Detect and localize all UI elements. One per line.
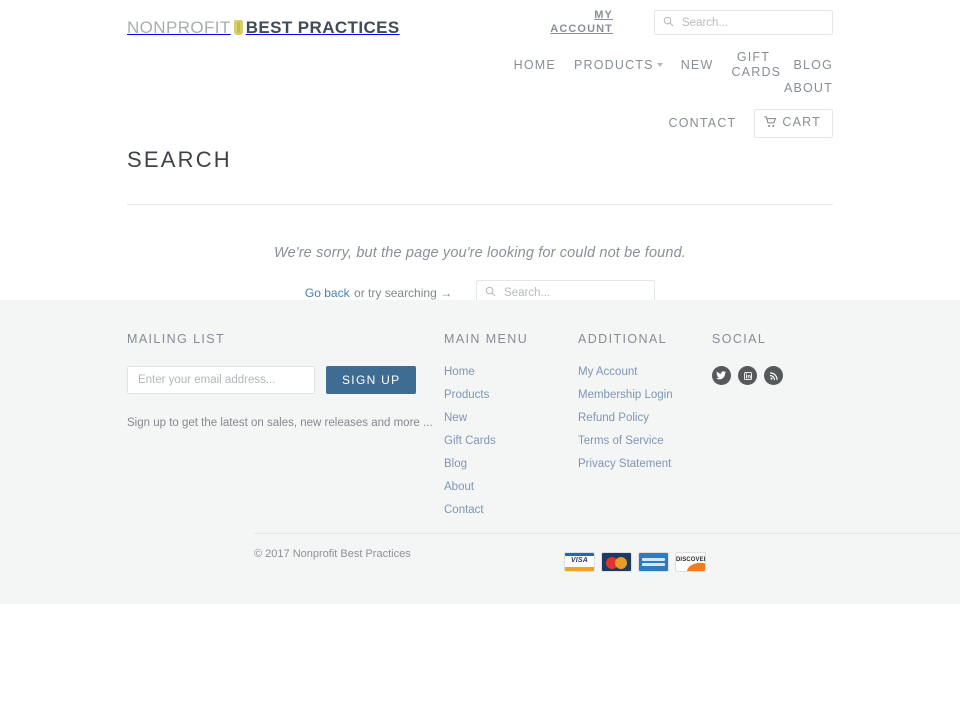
discover-icon: DISCOVER xyxy=(675,552,706,572)
my-account-link[interactable]: MY ACCOUNT xyxy=(539,8,613,36)
payment-methods: VISA DISCOVER xyxy=(564,552,706,572)
footer-link-terms-of-service[interactable]: Terms of Service xyxy=(578,435,712,447)
footer-link-about[interactable]: About xyxy=(444,481,578,493)
additional-heading: ADDITIONAL xyxy=(578,332,668,346)
chevron-down-icon xyxy=(656,62,663,67)
footer-link-my-account[interactable]: My Account xyxy=(578,366,712,378)
header-wrap: NONPROFIT BEST PRACTICES MY ACCOUNT HOME P… xyxy=(127,0,833,344)
mailing-list-heading: MAILING LIST xyxy=(127,332,226,346)
twitter-icon[interactable] xyxy=(712,366,731,385)
my-account-line2: ACCOUNT xyxy=(550,23,613,35)
nav-item-products[interactable]: PRODUCTS xyxy=(574,58,663,73)
search-icon xyxy=(663,14,674,32)
cart-button[interactable]: CART xyxy=(754,109,833,138)
navigation-row-2: CONTACT CART xyxy=(433,109,833,138)
footer-social: SOCIAL xyxy=(712,332,833,527)
nav-item-blog[interactable]: BLOG xyxy=(793,58,833,73)
header-search-box[interactable] xyxy=(654,10,833,35)
nav-item-about[interactable]: ABOUT xyxy=(784,81,833,96)
footer-link-blog[interactable]: Blog xyxy=(444,458,578,470)
site-logo[interactable]: NONPROFIT BEST PRACTICES xyxy=(127,18,400,38)
sign-up-button[interactable]: SIGN UP xyxy=(326,366,417,394)
footer-link-gift-cards[interactable]: Gift Cards xyxy=(444,435,578,447)
nav-item-new[interactable]: NEW xyxy=(681,58,714,73)
site-footer: MAILING LIST SIGN UP Sign up to get the … xyxy=(0,300,960,604)
main-menu-heading: MAIN MENU xyxy=(444,332,529,346)
footer-wrap: MAILING LIST SIGN UP Sign up to get the … xyxy=(127,300,960,572)
logo-text-bold: BEST PRACTICES xyxy=(245,18,400,37)
cart-button-label: CART xyxy=(782,115,821,129)
amex-icon xyxy=(638,552,669,572)
page-root: NONPROFIT BEST PRACTICES MY ACCOUNT HOME P… xyxy=(0,0,960,720)
visa-icon: VISA xyxy=(564,552,595,572)
logo-text-light: NONPROFIT xyxy=(127,18,231,37)
not-found-message: We're sorry, but the page you're looking… xyxy=(274,245,686,262)
footer-additional: ADDITIONAL My Account Membership Login R… xyxy=(578,332,712,527)
footer-link-membership-login[interactable]: Membership Login xyxy=(578,389,712,401)
footer-divider xyxy=(254,533,960,534)
footer-link-privacy-statement[interactable]: Privacy Statement xyxy=(578,458,712,470)
nav-item-gift-cards-line2: CARDS xyxy=(731,65,782,79)
nav-item-products-label: PRODUCTS xyxy=(573,57,654,72)
footer-link-refund-policy[interactable]: Refund Policy xyxy=(578,412,712,424)
nav-item-home[interactable]: HOME xyxy=(514,58,556,73)
nav-item-contact[interactable]: CONTACT xyxy=(669,116,737,131)
mailing-list-note: Sign up to get the latest on sales, new … xyxy=(127,417,433,429)
footer-mailing-list: MAILING LIST SIGN UP Sign up to get the … xyxy=(127,332,444,527)
footer-columns: MAILING LIST SIGN UP Sign up to get the … xyxy=(127,300,833,527)
my-account-line1: MY xyxy=(594,9,613,21)
site-header: NONPROFIT BEST PRACTICES MY ACCOUNT HOME P… xyxy=(127,0,833,138)
go-back-link[interactable]: Go back xyxy=(305,286,350,300)
footer-link-home[interactable]: Home xyxy=(444,366,578,378)
main-navigation: HOME PRODUCTS NEW GIFT CARDS BLOG ABOUT CONTAC… xyxy=(433,50,833,138)
nav-item-gift-cards[interactable]: GIFT CARDS xyxy=(731,50,780,80)
footer-link-new[interactable]: New xyxy=(444,412,578,424)
search-input[interactable] xyxy=(680,15,824,30)
footer-link-products[interactable]: Products xyxy=(444,389,578,401)
linkedin-icon[interactable] xyxy=(738,366,757,385)
shopping-cart-icon xyxy=(764,116,777,131)
social-heading: SOCIAL xyxy=(712,332,767,346)
footer-main-menu: MAIN MENU Home Products New Gift Cards B… xyxy=(444,332,578,527)
rss-icon[interactable] xyxy=(764,366,783,385)
social-icon-row xyxy=(712,366,833,385)
try-searching-label: or try searching → xyxy=(354,285,453,300)
copyright-text: © 2017 Nonprofit Best Practices xyxy=(254,548,411,560)
footer-link-contact[interactable]: Contact xyxy=(444,504,578,516)
email-field[interactable] xyxy=(127,366,315,394)
bookmark-icon xyxy=(233,20,243,35)
main-search-input[interactable] xyxy=(502,285,647,300)
mailing-list-form: SIGN UP xyxy=(127,366,444,394)
mastercard-icon xyxy=(601,552,632,572)
nav-item-gift-cards-line1: GIFT xyxy=(736,50,771,64)
